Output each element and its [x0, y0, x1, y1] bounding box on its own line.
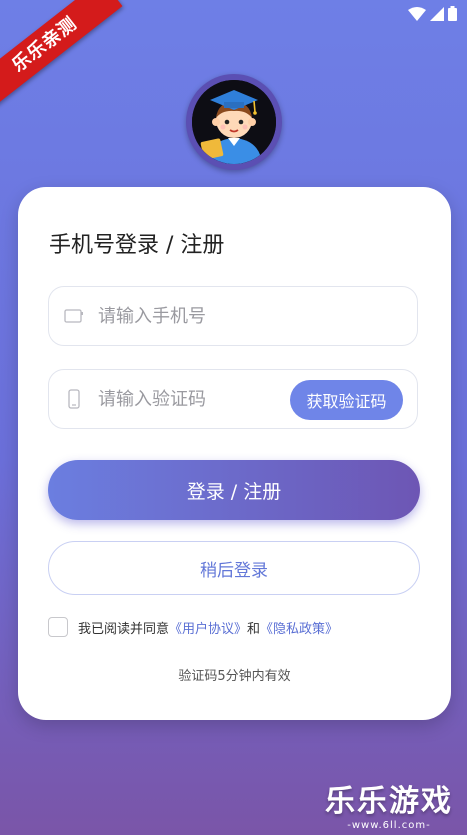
- watermark-logo: 乐乐游戏 -www.6ll.com-: [325, 776, 453, 831]
- privacy-policy-link[interactable]: 《隐私政策》: [260, 618, 338, 637]
- login-later-button[interactable]: 稍后登录: [48, 541, 420, 595]
- code-validity-hint: 验证码5分钟内有效: [178, 669, 291, 684]
- page-title: 手机号登录 / 注册: [49, 233, 225, 258]
- login-register-button[interactable]: 登录 / 注册: [48, 460, 420, 520]
- signal-icon: [430, 6, 444, 21]
- ribbon-text: 乐乐亲测: [0, 0, 123, 111]
- status-icons: [408, 6, 457, 21]
- agreement-checkbox[interactable]: [48, 617, 68, 637]
- wifi-icon: [408, 6, 426, 21]
- user-agreement-link[interactable]: 《用户协议》: [169, 618, 247, 637]
- corner-ribbon: 乐乐亲测: [0, 0, 140, 140]
- agreement-and: 和: [247, 621, 261, 637]
- phone-input[interactable]: [96, 304, 330, 328]
- code-input[interactable]: [96, 387, 270, 411]
- watermark-url: -www.6ll.com-: [347, 820, 431, 831]
- avatar: [186, 74, 282, 170]
- graduate-boy-avatar-icon: [192, 80, 276, 164]
- get-code-button[interactable]: 获取验证码: [290, 380, 403, 420]
- phone-icon: [64, 389, 84, 409]
- code-input-box[interactable]: 获取验证码: [48, 369, 418, 429]
- phone-card-icon: [64, 306, 84, 326]
- battery-icon: [448, 6, 457, 21]
- agreement-prefix: 我已阅读并同意: [78, 621, 170, 637]
- login-card: 手机号登录 / 注册 获取验证码 登录 / 注册 稍后登录 我已阅读并同意 《用…: [18, 187, 451, 720]
- phone-input-box[interactable]: [48, 286, 418, 346]
- agreement-row: 我已阅读并同意 《用户协议》 和 《隐私政策》: [48, 617, 338, 637]
- watermark-title: 乐乐游戏: [325, 784, 453, 819]
